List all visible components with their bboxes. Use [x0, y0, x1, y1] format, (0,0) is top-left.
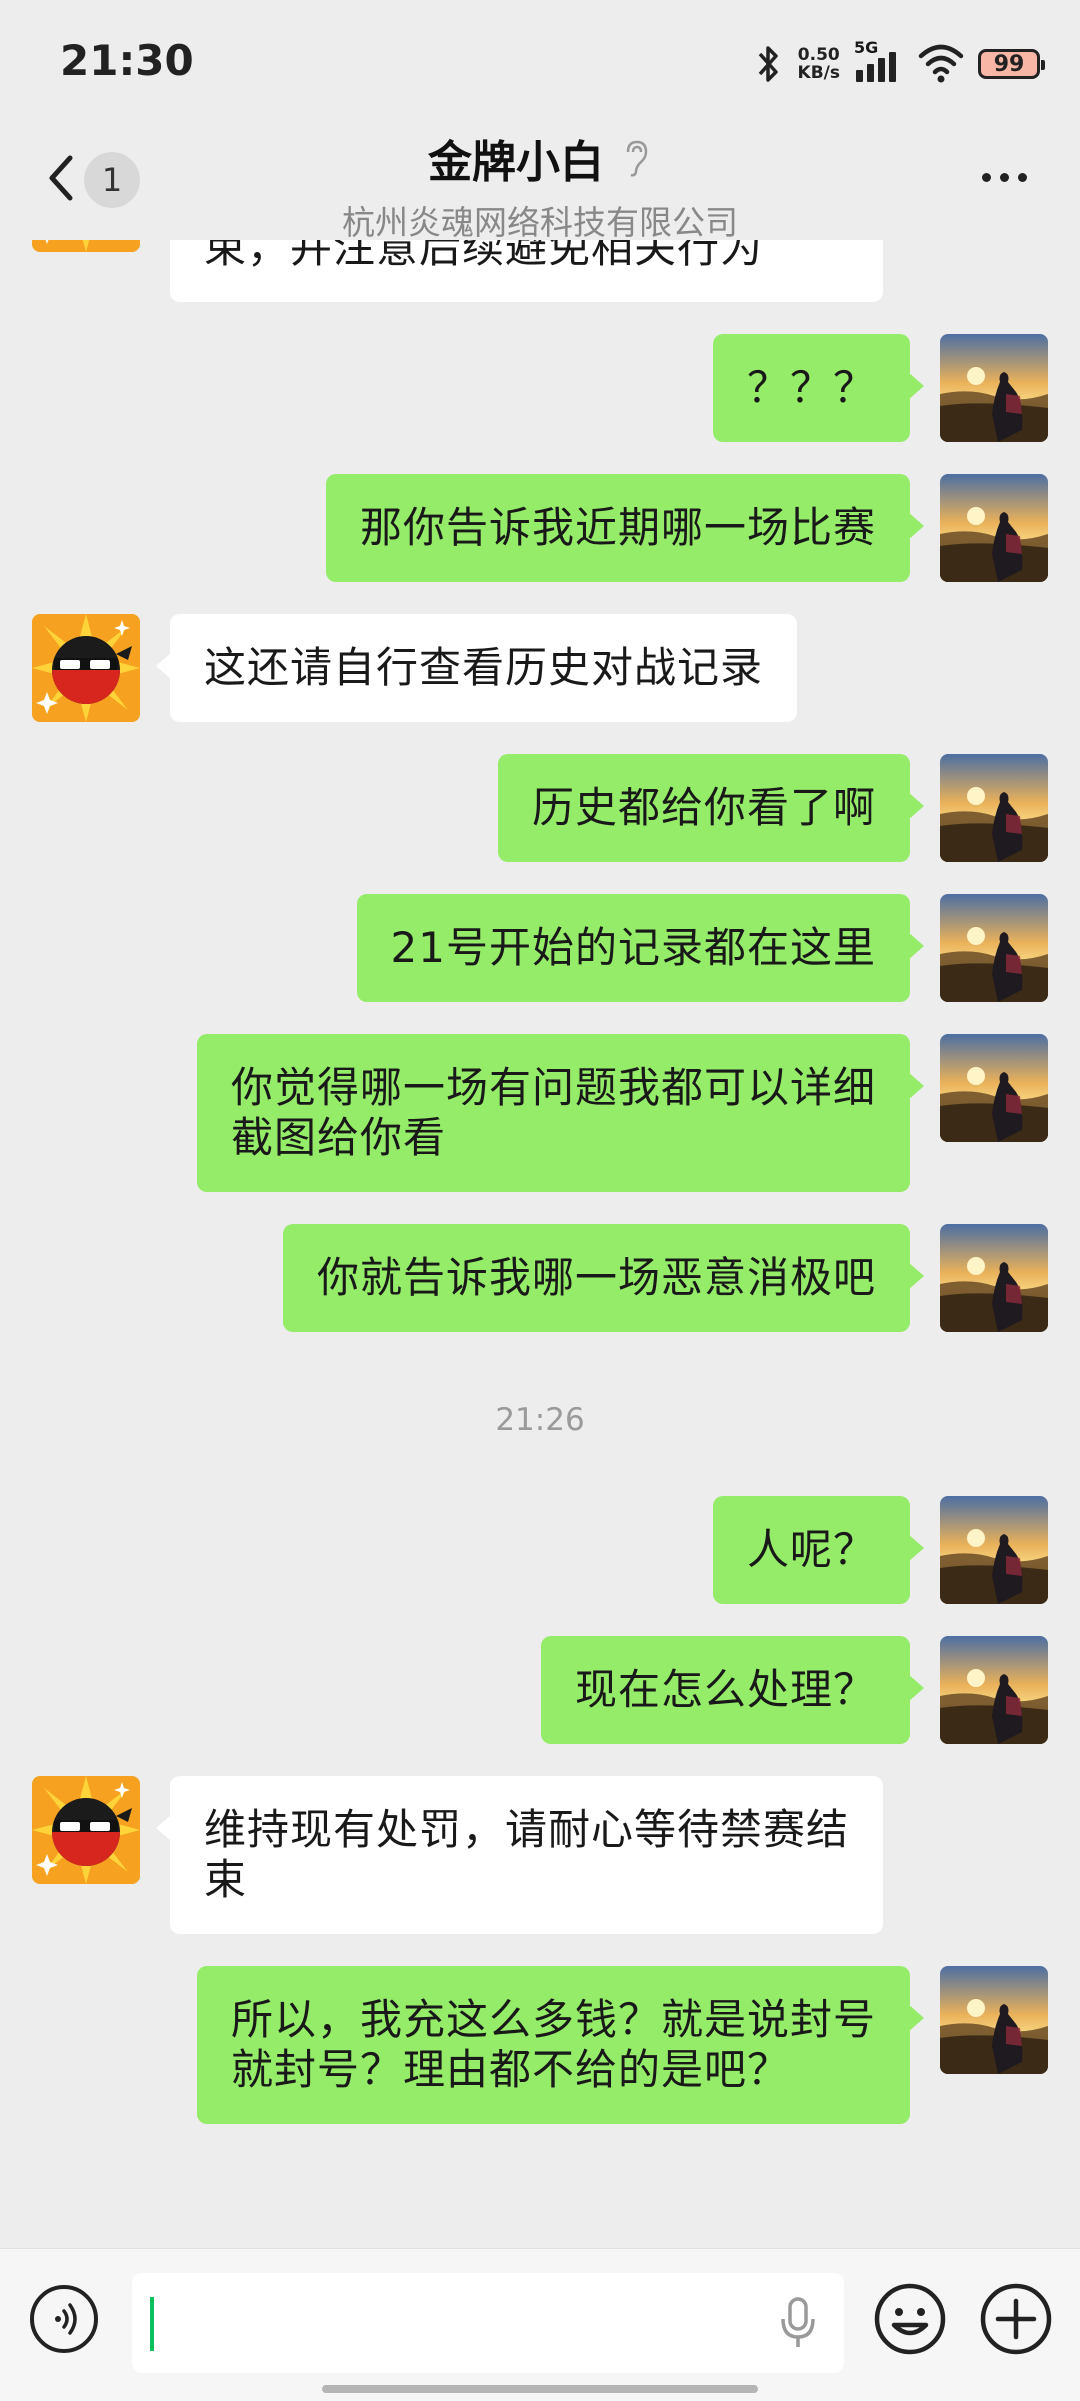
net-speed-value: 0.50 [797, 45, 840, 65]
message-row-sent: ？？？ [0, 334, 1080, 442]
message-text-line: 你觉得哪一场有问题我都可以详细 [230, 1063, 876, 1112]
message-text-line: 截图给你看 [230, 1113, 446, 1162]
my-avatar[interactable] [940, 1034, 1048, 1142]
my-avatar[interactable] [940, 1966, 1048, 2074]
message-row-sent: 你觉得哪一场有问题我都可以详细 截图给你看 [0, 1034, 1080, 1192]
my-avatar[interactable] [940, 1496, 1048, 1604]
my-avatar[interactable] [940, 754, 1048, 862]
message-row-received: 这还请自行查看历史对战记录 [0, 614, 1080, 722]
my-avatar[interactable] [940, 334, 1048, 442]
status-bar: 21:30 0.50 KB/s 5G 99 [0, 0, 1080, 128]
sent-message-bubble[interactable]: 你就告诉我哪一场恶意消极吧 [282, 1224, 925, 1332]
sent-message-bubble[interactable]: 现在怎么处理？ [540, 1636, 925, 1744]
add-more-icon[interactable] [978, 2281, 1054, 2357]
sent-message-bubble[interactable]: 所以，我充这么多钱？就是说封号 就封号？理由都不给的是吧？ [196, 1966, 925, 2124]
battery-icon: 99 [978, 49, 1045, 79]
message-text-line: 你就告诉我哪一场恶意消极吧 [316, 1253, 876, 1302]
battery-level: 99 [993, 51, 1025, 77]
message-text-line: 历史都给你看了啊 [531, 783, 876, 832]
message-text-line: 维持现有处罚，请耐心等待禁赛结 [204, 1805, 850, 1854]
sent-message-bubble[interactable]: ？？？ [712, 334, 925, 442]
chat-title[interactable]: 金牌小白 [428, 126, 652, 190]
message-row-sent: 那你告诉我近期哪一场比赛 [0, 474, 1080, 582]
sent-message-bubble[interactable]: 历史都给你看了啊 [497, 754, 925, 862]
net-speed: 0.50 KB/s [798, 46, 840, 82]
microphone-icon[interactable] [778, 2295, 818, 2351]
my-avatar[interactable] [940, 1224, 1048, 1332]
my-avatar[interactable] [940, 474, 1048, 582]
status-time: 21:30 [60, 36, 194, 85]
received-message-bubble[interactable]: 维持现有处罚，请耐心等待禁赛结束 [155, 1776, 884, 1934]
message-row-sent: 所以，我充这么多钱？就是说封号 就封号？理由都不给的是吧？ [0, 1966, 1080, 2124]
net-speed-unit: KB/s [797, 63, 840, 83]
status-icons: 0.50 KB/s 5G 99 [754, 38, 1045, 90]
message-timestamp: 21:26 [495, 1402, 585, 1438]
voice-input-button[interactable] [30, 2285, 98, 2353]
message-text-line: 束，并注意后续避免相关行为 [204, 240, 764, 272]
chat-header: 1 金牌小白 杭州炎魂网络科技有限公司 [0, 118, 1080, 242]
message-text-line: 就封号？理由都不给的是吧？ [230, 2045, 790, 2094]
bluetooth-icon [758, 46, 778, 82]
received-message-bubble[interactable]: 首的临时禁赛，请耐心等待禁赛结束，并注意后续避免相关行为 [170, 240, 884, 302]
input-bar [0, 2248, 1080, 2401]
chat-title-block: 金牌小白 杭州炎魂网络科技有限公司 [0, 126, 1080, 244]
message-input[interactable] [132, 2273, 844, 2373]
contact-avatar[interactable] [32, 240, 140, 252]
message-text-line: 现在怎么处理？ [574, 1665, 876, 1714]
more-options-icon[interactable] [982, 162, 1042, 192]
company-name: 杭州炎魂网络科技有限公司 [342, 203, 738, 242]
message-text-line: 那你告诉我近期哪一场比赛 [359, 503, 876, 552]
home-indicator[interactable] [322, 2385, 758, 2393]
message-text-line: 21号开始的记录都在这里 [390, 923, 876, 972]
message-text-line: 所以，我充这么多钱？就是说封号 [230, 1995, 876, 2044]
contact-avatar[interactable] [32, 1776, 140, 1884]
sent-message-bubble[interactable]: 21号开始的记录都在这里 [356, 894, 925, 1002]
received-message-bubble[interactable]: 这还请自行查看历史对战记录 [155, 614, 798, 722]
message-text-line: 人呢？ [746, 1525, 876, 1574]
sent-message-bubble[interactable]: 人呢？ [712, 1496, 925, 1604]
network-type: 5G [854, 38, 879, 57]
earpiece-mode-icon [626, 140, 648, 177]
contact-name: 金牌小白 [428, 137, 604, 188]
message-row-received: 首的临时禁赛，请耐心等待禁赛结束，并注意后续避免相关行为 [0, 240, 1080, 302]
signal-icon: 5G [854, 38, 904, 86]
message-text-line: 束 [204, 1855, 248, 1904]
message-list[interactable]: 首的临时禁赛，请耐心等待禁赛结束，并注意后续避免相关行为 ？？？ [0, 240, 1080, 2236]
wifi-icon [918, 44, 964, 83]
message-row-sent: 历史都给你看了啊 [0, 754, 1080, 862]
my-avatar[interactable] [940, 1636, 1048, 1744]
message-row-sent: 21号开始的记录都在这里 [0, 894, 1080, 1002]
message-row-received: 维持现有处罚，请耐心等待禁赛结束 [0, 1776, 1080, 1934]
message-row-sent: 你就告诉我哪一场恶意消极吧 [0, 1224, 1080, 1332]
message-text-line: 这还请自行查看历史对战记录 [204, 643, 764, 692]
text-caret [150, 2297, 154, 2351]
message-row-sent: 现在怎么处理？ [0, 1636, 1080, 1744]
my-avatar[interactable] [940, 894, 1048, 1002]
message-row-sent: 人呢？ [0, 1496, 1080, 1604]
sent-message-bubble[interactable]: 你觉得哪一场有问题我都可以详细 截图给你看 [196, 1034, 925, 1192]
contact-avatar[interactable] [32, 614, 140, 722]
voice-wave-icon [55, 2303, 77, 2335]
message-text-line: ？？？ [746, 363, 876, 412]
sent-message-bubble[interactable]: 那你告诉我近期哪一场比赛 [325, 474, 925, 582]
emoji-icon[interactable] [872, 2281, 948, 2357]
